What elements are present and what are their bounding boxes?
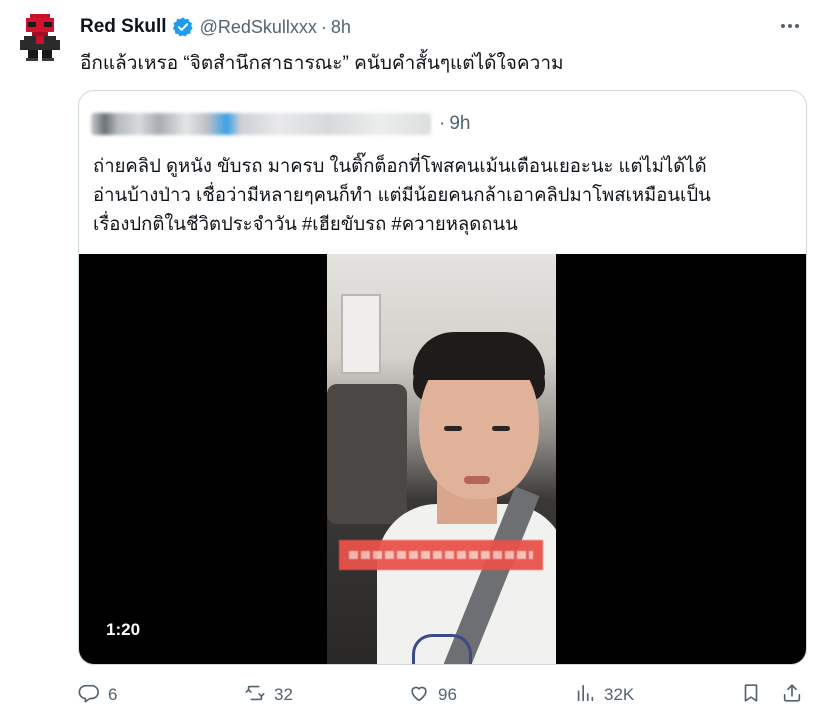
person-eye-right bbox=[492, 426, 510, 431]
quoted-tweet-text: ถ่ายคลิป ดูหนัง ขับรถ มาครบ ในติ๊กต็อกที… bbox=[93, 151, 793, 238]
tweet-header: Red Skull @RedSkullxxx · 8h bbox=[80, 14, 351, 40]
shirt-logo bbox=[412, 634, 472, 664]
person-eye-left bbox=[444, 426, 462, 431]
like-count: 96 bbox=[438, 685, 457, 704]
like-button[interactable]: 96 bbox=[408, 680, 457, 710]
handle[interactable]: @RedSkullxxx bbox=[200, 17, 317, 38]
blurred-video-caption bbox=[339, 540, 543, 570]
reply-icon bbox=[78, 682, 100, 709]
person-mouth bbox=[464, 476, 490, 484]
video-duration: 1:20 bbox=[106, 620, 141, 639]
tweet-text: อีกแล้วเหรอ “จิตสำนึกสาธารณะ” คนับคำสั้น… bbox=[80, 53, 564, 74]
tweet[interactable]: Red Skull @RedSkullxxx · 8h อีกแล้วเหรอ … bbox=[0, 0, 820, 722]
quoted-text-line: อ่านบ้างป่าว เชื่อว่ามีหลายๆคนก็ทำ แต่มี… bbox=[93, 184, 711, 205]
action-bar: 6 32 96 32K bbox=[78, 680, 808, 710]
retweet-button[interactable]: 32 bbox=[244, 680, 293, 710]
quoted-timestamp[interactable]: 9h bbox=[449, 113, 470, 135]
share-button[interactable] bbox=[781, 680, 803, 710]
car-window bbox=[341, 294, 381, 374]
timestamp[interactable]: 8h bbox=[331, 17, 351, 38]
separator: · bbox=[320, 16, 327, 37]
views-icon bbox=[574, 682, 596, 709]
car-seat bbox=[327, 384, 407, 524]
retweet-count: 32 bbox=[274, 685, 293, 704]
separator: · bbox=[439, 113, 446, 134]
views-button[interactable]: 32K bbox=[574, 680, 634, 710]
heart-icon bbox=[408, 682, 430, 709]
quoted-text-line: ถ่ายคลิป ดูหนัง ขับรถ มาครบ ในติ๊กต็อกที… bbox=[93, 155, 707, 176]
retweet-icon bbox=[244, 682, 266, 709]
avatar[interactable] bbox=[18, 12, 62, 62]
blurred-author-info bbox=[91, 113, 431, 135]
video-player[interactable]: 1:20 bbox=[79, 254, 806, 664]
display-name[interactable]: Red Skull bbox=[80, 16, 167, 38]
quoted-tweet[interactable]: · 9h ถ่ายคลิป ดูหนัง ขับรถ มาครบ ในติ๊กต… bbox=[78, 90, 807, 665]
more-icon[interactable] bbox=[778, 14, 802, 38]
video-thumbnail bbox=[327, 254, 556, 664]
bookmark-icon bbox=[740, 682, 762, 709]
quoted-tweet-header: · 9h bbox=[91, 112, 470, 136]
share-icon bbox=[781, 682, 803, 709]
person-hair-top bbox=[413, 332, 545, 380]
quoted-text-line: เรื่องปกติในชีวิตประจำวัน #เฮียขับรถ #คว… bbox=[93, 213, 518, 234]
views-count: 32K bbox=[604, 685, 635, 704]
reply-button[interactable]: 6 bbox=[78, 680, 117, 710]
bookmark-button[interactable] bbox=[740, 680, 762, 710]
reply-count: 6 bbox=[108, 685, 118, 704]
verified-badge-icon bbox=[172, 16, 194, 38]
